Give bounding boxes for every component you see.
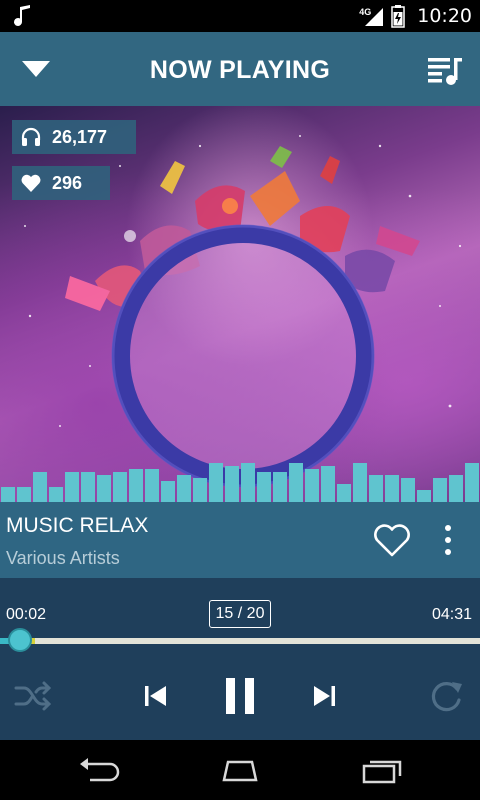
visualizer-bar xyxy=(273,472,287,502)
player-controls: 00:02 15 / 20 04:31 xyxy=(0,578,480,740)
visualizer-bar xyxy=(337,484,351,502)
visualizer-bar xyxy=(369,475,383,502)
elapsed-time: 00:02 xyxy=(6,606,47,623)
visualizer-bar xyxy=(193,478,207,502)
home-icon[interactable] xyxy=(216,756,264,784)
shuffle-icon[interactable] xyxy=(14,678,54,714)
visualizer-bar xyxy=(417,490,431,502)
status-bar: 4G 10:20 xyxy=(0,0,480,32)
track-index: 15 / 20 xyxy=(209,600,271,628)
visualizer-bar xyxy=(177,475,191,502)
previous-track-icon[interactable] xyxy=(142,682,170,710)
visualizer-bar xyxy=(433,478,447,502)
album-art: 26,177 296 xyxy=(0,106,480,502)
headphones-icon xyxy=(21,127,41,146)
playlist-icon[interactable] xyxy=(426,54,464,86)
listens-count: 26,177 xyxy=(52,126,108,147)
visualizer-bar xyxy=(257,472,271,502)
audio-visualizer xyxy=(1,463,479,502)
visualizer-bar xyxy=(17,487,31,502)
visualizer-bar xyxy=(1,487,15,502)
visualizer-bar xyxy=(129,469,143,502)
visualizer-bar xyxy=(449,475,463,502)
visualizer-bar xyxy=(161,481,175,502)
visualizer-bar xyxy=(241,463,255,502)
visualizer-bar xyxy=(385,475,399,502)
music-note-icon xyxy=(14,5,30,26)
visualizer-bar xyxy=(465,463,479,502)
visualizer-bar xyxy=(305,469,319,502)
likes-count: 296 xyxy=(52,172,83,193)
recent-apps-icon[interactable] xyxy=(358,756,406,784)
visualizer-bar xyxy=(225,466,239,502)
track-info: MUSIC RELAX Various Artists xyxy=(0,502,480,578)
battery-icon xyxy=(391,5,405,28)
listens-count-badge: 26,177 xyxy=(12,120,136,154)
page-title: NOW PLAYING xyxy=(149,56,331,84)
visualizer-bar xyxy=(33,472,47,502)
seek-thumb[interactable] xyxy=(8,628,32,652)
visualizer-bar xyxy=(49,487,63,502)
heart-icon xyxy=(21,174,41,192)
back-icon[interactable] xyxy=(76,756,124,784)
more-options-icon[interactable] xyxy=(436,520,460,560)
seek-bar[interactable] xyxy=(0,638,480,644)
status-right: 4G 10:20 xyxy=(359,0,472,32)
visualizer-bar xyxy=(145,469,159,502)
visualizer-bar xyxy=(353,463,367,502)
total-duration: 04:31 xyxy=(431,606,472,623)
visualizer-bar xyxy=(401,478,415,502)
visualizer-bar xyxy=(321,466,335,502)
visualizer-bar xyxy=(209,463,223,502)
system-nav-bar xyxy=(0,740,480,800)
track-artist: Various Artists xyxy=(6,548,120,568)
visualizer-bar xyxy=(97,475,111,502)
heart-outline-icon[interactable] xyxy=(372,522,412,558)
repeat-icon[interactable] xyxy=(426,678,466,714)
status-time: 10:20 xyxy=(417,5,472,27)
visualizer-bar xyxy=(113,472,127,502)
next-track-icon[interactable] xyxy=(310,682,338,710)
visualizer-bar xyxy=(81,472,95,502)
visualizer-bar xyxy=(65,472,79,502)
signal-icon: 4G xyxy=(359,4,385,28)
visualizer-bar xyxy=(289,463,303,502)
likes-count-badge: 296 xyxy=(12,166,110,200)
pause-icon[interactable] xyxy=(222,676,258,716)
app-bar: NOW PLAYING xyxy=(0,32,480,106)
track-title: MUSIC RELAX xyxy=(6,514,149,537)
